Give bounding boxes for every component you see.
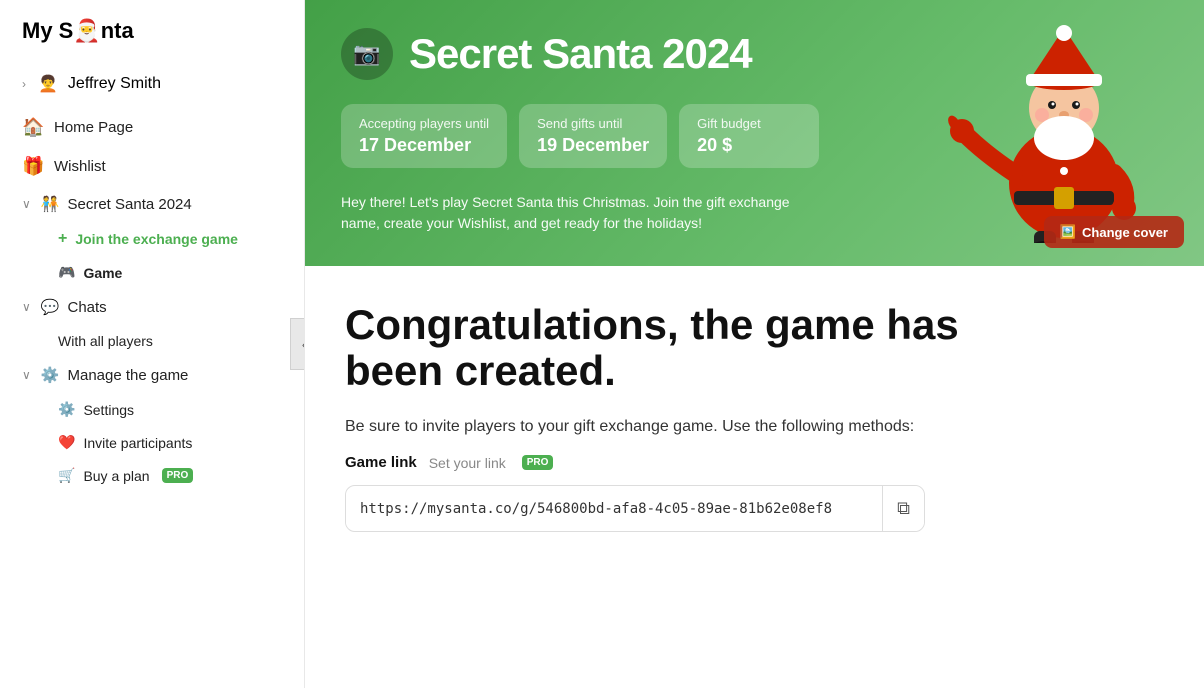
all-players-label: With all players: [58, 333, 153, 349]
chevron-right-icon: ›: [22, 77, 26, 91]
hero-description: Hey there! Let's play Secret Santa this …: [341, 192, 821, 234]
secret-santa-icon: 🧑‍🤝‍🧑: [41, 195, 60, 213]
congrats-heading: Congratulations, the game has been creat…: [345, 302, 1025, 394]
sidebar-item-join[interactable]: + Join the exchange game: [46, 222, 294, 256]
sidebar: My S🎅nta › 🧑‍🦱 Jeffrey Smith 🏠 Home Page…: [0, 0, 305, 688]
sidebar-group-manage[interactable]: ∨ ⚙️ Manage the game: [10, 357, 294, 393]
app-logo: My S🎅nta: [0, 18, 304, 64]
sidebar-item-home-label: Home Page: [54, 119, 133, 136]
set-your-link-label: Set your link: [429, 455, 506, 471]
copy-icon: ⧉: [897, 498, 910, 519]
sidebar-item-game[interactable]: 🎮 Game: [46, 256, 294, 289]
game-url-input[interactable]: [346, 489, 882, 529]
chats-sub: With all players: [10, 325, 294, 357]
page-content: Congratulations, the game has been creat…: [305, 266, 1065, 568]
game-icon: 🎮: [58, 264, 75, 281]
camera-icon: 📷: [353, 41, 380, 67]
invite-description: Be sure to invite players to your gift e…: [345, 418, 1025, 436]
sidebar-item-wishlist-label: Wishlist: [54, 158, 106, 175]
change-cover-button[interactable]: 🖼️ Change cover: [1044, 216, 1184, 248]
user-avatar: 🧑‍🦱: [38, 74, 58, 94]
hero-card-budget: Gift budget 20 $: [679, 104, 819, 168]
game-label: Game: [83, 265, 122, 281]
hero-banner: 📷 Secret Santa 2024 Accepting players un…: [305, 0, 1204, 266]
manage-group-label: Manage the game: [67, 367, 188, 384]
sidebar-item-all-players[interactable]: With all players: [46, 325, 294, 357]
hero-card-send: Send gifts until 19 December: [519, 104, 667, 168]
home-icon: 🏠: [22, 117, 44, 138]
send-value: 19 December: [537, 135, 649, 156]
join-label: Join the exchange game: [75, 231, 238, 247]
budget-value: 20 $: [697, 135, 801, 156]
logo-icon: My S🎅nta: [22, 18, 134, 44]
game-link-label: Game link: [345, 454, 417, 471]
chats-icon: 💬: [41, 298, 60, 316]
chats-group-label: Chats: [67, 299, 106, 316]
manage-icon: ⚙️: [41, 366, 60, 384]
camera-button[interactable]: 📷: [341, 28, 393, 80]
sidebar-group-secret-santa[interactable]: ∨ 🧑‍🤝‍🧑 Secret Santa 2024: [10, 186, 294, 222]
change-cover-label: Change cover: [1082, 225, 1168, 240]
accepting-label: Accepting players until: [359, 116, 489, 131]
chevron-down-icon-manage: ∨: [22, 368, 31, 382]
plus-icon: +: [58, 230, 67, 248]
hero-card-accepting: Accepting players until 17 December: [341, 104, 507, 168]
budget-label: Gift budget: [697, 116, 801, 131]
url-row: ⧉: [345, 485, 925, 532]
settings-icon: ⚙️: [58, 401, 75, 418]
cart-icon: 🛒: [58, 467, 75, 484]
sidebar-item-wishlist[interactable]: 🎁 Wishlist: [10, 147, 294, 186]
sidebar-collapse-button[interactable]: ‹: [290, 318, 305, 370]
sidebar-item-buy-plan[interactable]: 🛒 Buy a plan PRO: [46, 459, 294, 492]
game-link-row: Game link Set your link PRO: [345, 454, 1025, 471]
buy-plan-label: Buy a plan: [83, 468, 149, 484]
manage-sub: ⚙️ Settings ❤️ Invite participants 🛒 Buy…: [10, 393, 294, 492]
invite-label: Invite participants: [83, 435, 192, 451]
pro-badge: PRO: [162, 468, 194, 483]
sidebar-user[interactable]: › 🧑‍🦱 Jeffrey Smith: [10, 64, 294, 104]
settings-label: Settings: [83, 402, 134, 418]
hero-title: Secret Santa 2024: [409, 30, 752, 78]
sidebar-item-settings[interactable]: ⚙️ Settings: [46, 393, 294, 426]
sidebar-item-home[interactable]: 🏠 Home Page: [10, 108, 294, 147]
sidebar-group-chats[interactable]: ∨ 💬 Chats: [10, 289, 294, 325]
send-label: Send gifts until: [537, 116, 649, 131]
secret-santa-sub: + Join the exchange game 🎮 Game: [10, 222, 294, 289]
chevron-down-icon: ∨: [22, 197, 31, 211]
sidebar-item-invite[interactable]: ❤️ Invite participants: [46, 426, 294, 459]
chevron-down-icon-chats: ∨: [22, 300, 31, 314]
pro-badge-link: PRO: [522, 455, 554, 470]
change-cover-icon: 🖼️: [1060, 224, 1076, 240]
wishlist-icon: 🎁: [22, 156, 44, 177]
main-content: 📷 Secret Santa 2024 Accepting players un…: [305, 0, 1204, 688]
accepting-value: 17 December: [359, 135, 489, 156]
sidebar-nav: › 🧑‍🦱 Jeffrey Smith 🏠 Home Page 🎁 Wishli…: [0, 64, 304, 492]
user-name: Jeffrey Smith: [68, 75, 161, 93]
secret-santa-group-label: Secret Santa 2024: [67, 196, 191, 213]
invite-icon: ❤️: [58, 434, 75, 451]
copy-url-button[interactable]: ⧉: [882, 486, 924, 531]
